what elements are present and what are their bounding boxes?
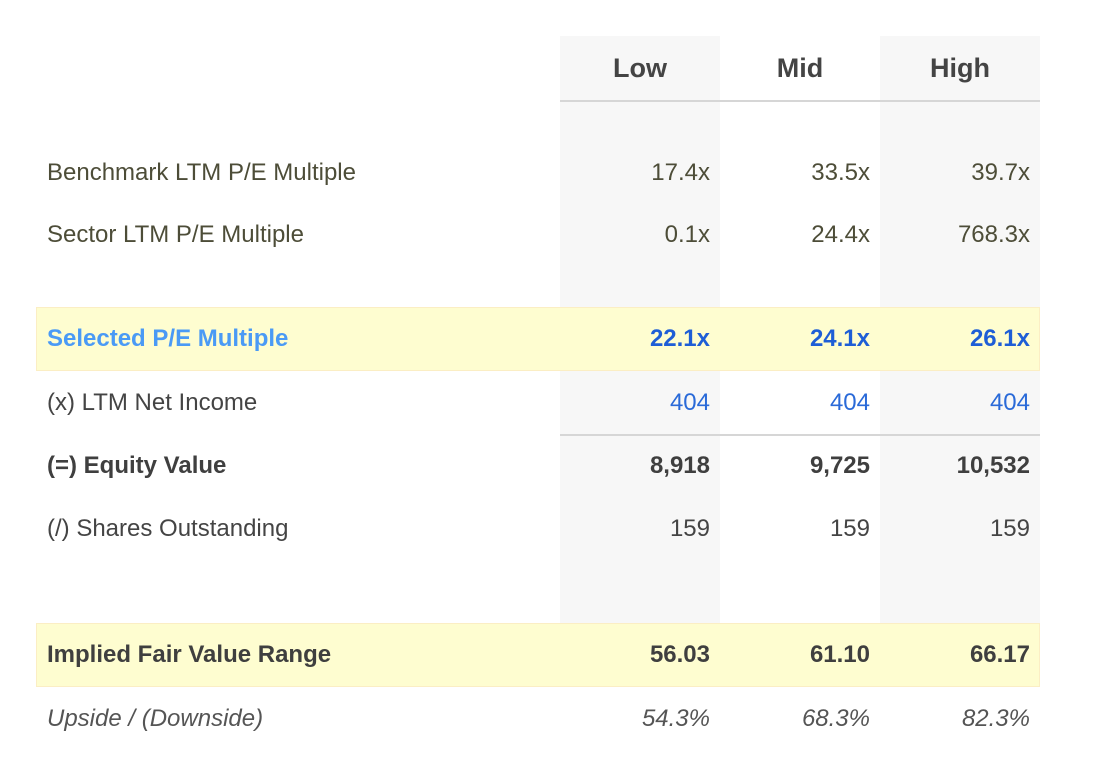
value-low: 56.03 (649, 641, 710, 668)
table-row-sector-pe: Sector LTM P/E Multiple 0.1x 24.4x 768.3… (36, 215, 1040, 255)
value-mid: 61.10 (809, 641, 870, 668)
value-low: 404 (669, 389, 710, 416)
value-high: 768.3x (957, 221, 1030, 248)
header-high: High (930, 52, 990, 83)
value-low: 17.4x (651, 159, 710, 186)
row-label: (=) Equity Value (47, 452, 227, 479)
table-row-shares: (/) Shares Outstanding 159 159 159 (36, 509, 1040, 549)
table-row-net-income: (x) LTM Net Income 404 404 404 (36, 383, 1040, 423)
value-low: 8,918 (649, 452, 710, 479)
value-mid: 68.3% (801, 705, 870, 732)
table-row-selected-pe: Selected P/E Multiple 22.1x 24.1x 26.1x (36, 319, 1040, 359)
table-row-benchmark-pe: Benchmark LTM P/E Multiple 17.4x 33.5x 3… (36, 153, 1040, 193)
value-low: 22.1x (649, 325, 710, 352)
value-high: 66.17 (969, 641, 1030, 668)
equity-divider (560, 434, 1040, 436)
row-label: Sector LTM P/E Multiple (47, 221, 304, 248)
value-mid: 24.1x (809, 325, 870, 352)
row-label: Upside / (Downside) (47, 705, 264, 732)
value-low: 159 (669, 515, 710, 542)
header-low: Low (613, 52, 667, 83)
value-high: 26.1x (969, 325, 1030, 352)
value-mid: 9,725 (809, 452, 870, 479)
table-row-fair-value: Implied Fair Value Range 56.03 61.10 66.… (36, 635, 1040, 675)
value-high: 39.7x (971, 159, 1030, 186)
value-mid: 24.4x (811, 221, 870, 248)
value-mid: 404 (829, 389, 870, 416)
row-label: (x) LTM Net Income (47, 389, 258, 416)
value-low: 54.3% (641, 705, 710, 732)
value-mid: 33.5x (811, 159, 870, 186)
table-row-upside: Upside / (Downside) 54.3% 68.3% 82.3% (36, 699, 1040, 739)
row-label: Implied Fair Value Range (47, 641, 332, 668)
table-row-equity-value: (=) Equity Value 8,918 9,725 10,532 (36, 446, 1040, 486)
value-high: 404 (989, 389, 1030, 416)
row-label: Benchmark LTM P/E Multiple (47, 159, 356, 186)
row-label: (/) Shares Outstanding (47, 515, 289, 542)
value-high: 82.3% (961, 705, 1030, 732)
row-label: Selected P/E Multiple (47, 325, 289, 352)
value-high: 159 (989, 515, 1030, 542)
value-mid: 159 (829, 515, 870, 542)
header-mid: Mid (776, 52, 824, 83)
value-low: 0.1x (664, 221, 710, 248)
value-high: 10,532 (956, 452, 1030, 479)
header-divider (560, 100, 1040, 102)
